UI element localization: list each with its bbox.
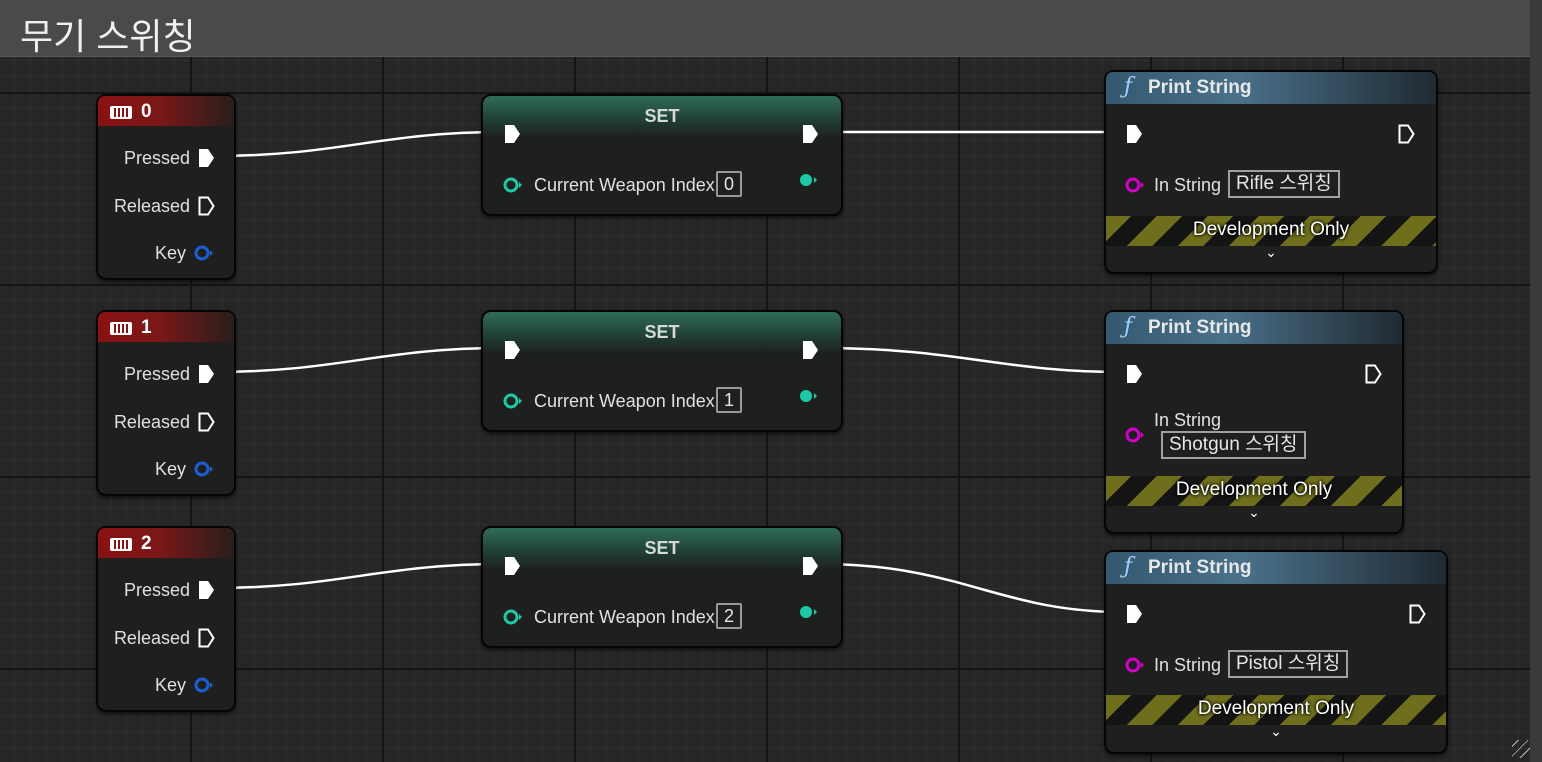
exec-wire [212,130,503,158]
released-label: Released [113,196,190,216]
set-title: SET [644,106,680,126]
exec-wire [212,346,503,374]
key-event-node-1[interactable]: 1 Pressed Released Key [96,310,236,496]
key-label: 2 [141,533,152,554]
key-pin-label: Key [154,459,186,479]
variable-label: Current Weapon Index [534,391,715,411]
key-pin-icon[interactable] [194,677,214,693]
key-event-node-0[interactable]: 0 Pressed Released Key [96,94,236,280]
set-title: SET [644,322,680,342]
key-pin-label: Key [154,675,186,695]
function-icon: ƒ [1124,314,1133,339]
string-pin-icon[interactable] [1125,657,1145,673]
exec-pin-icon[interactable] [1398,124,1415,144]
int-pin-icon[interactable] [798,604,818,620]
function-icon: ƒ [1124,554,1133,579]
node-header[interactable]: 2 [98,528,234,558]
set-title: SET [644,538,680,558]
key-label: 1 [141,317,152,338]
development-only-label: Development Only [1197,698,1355,719]
print-string-node-2[interactable]: ƒ Print String In String Pistol 스위칭 Deve… [1104,550,1448,754]
exec-pin-icon[interactable] [198,628,215,648]
key-pin-label: Key [154,243,186,263]
exec-pin-icon[interactable] [198,196,215,216]
expand-chevron-icon[interactable]: ⌄ [1106,504,1402,521]
exec-pin-icon[interactable] [1365,364,1382,384]
development-only-label: Development Only [1175,479,1333,500]
int-pin-icon[interactable] [503,177,523,193]
exec-pin-icon[interactable] [198,364,215,384]
function-icon: ƒ [1124,74,1133,99]
exec-wire [819,346,1123,374]
set-node-1[interactable]: SET Current Weapon Index 1 [481,310,843,432]
exec-pin-icon[interactable] [1126,124,1143,144]
in-string-input[interactable]: Rifle 스위칭 [1228,170,1340,198]
exec-pin-icon[interactable] [504,124,521,144]
exec-pin-icon[interactable] [802,340,819,360]
node-title: Print String [1148,77,1252,98]
exec-pin-icon[interactable] [802,556,819,576]
development-only-banner: Development Only [1106,216,1436,246]
comment-title[interactable]: 무기 스위칭 [20,8,196,60]
node-header[interactable]: 1 [98,312,234,342]
in-string-label: In String [1154,655,1222,675]
int-pin-icon[interactable] [503,393,523,409]
exec-pin-icon[interactable] [198,148,215,168]
string-pin-icon[interactable] [1125,427,1145,443]
exec-pin-icon[interactable] [1126,604,1143,624]
development-only-label: Development Only [1192,219,1350,240]
value-input[interactable]: 1 [716,387,742,413]
value-input[interactable]: 0 [716,171,742,197]
development-only-banner: Development Only [1106,476,1402,506]
in-string-input[interactable]: Shotgun 스위칭 [1161,431,1306,459]
node-header[interactable]: ƒ Print String [1106,312,1402,344]
released-label: Released [113,412,190,432]
development-only-banner: Development Only [1106,695,1446,725]
int-pin-icon[interactable] [503,609,523,625]
exec-wire [819,562,1123,614]
set-node-0[interactable]: SET Current Weapon Index 0 [481,94,843,216]
key-pin-icon[interactable] [194,461,214,477]
in-string-label: In String [1154,175,1222,195]
pressed-label: Pressed [123,148,190,168]
expand-chevron-icon[interactable]: ⌄ [1106,723,1446,740]
print-string-node-1[interactable]: ƒ Print String In String Shotgun 스위칭 Dev… [1104,310,1404,534]
keyboard-icon [110,538,132,551]
in-string-input[interactable]: Pistol 스위칭 [1228,650,1349,678]
pressed-label: Pressed [123,580,190,600]
set-node-2[interactable]: SET Current Weapon Index 2 [481,526,843,648]
released-label: Released [113,628,190,648]
value-input[interactable]: 2 [716,603,742,629]
string-pin-icon[interactable] [1125,177,1145,193]
exec-pin-icon[interactable] [1126,364,1143,384]
exec-pin-icon[interactable] [802,124,819,144]
exec-wire [212,562,503,590]
resize-grip-icon[interactable] [1512,740,1530,758]
exec-pin-icon[interactable] [504,556,521,576]
keyboard-icon [110,322,132,335]
pressed-label: Pressed [123,364,190,384]
variable-label: Current Weapon Index [534,607,715,627]
int-pin-icon[interactable] [798,172,818,188]
variable-label: Current Weapon Index [534,175,715,195]
key-event-node-2[interactable]: 2 Pressed Released Key [96,526,236,712]
node-header[interactable]: ƒ Print String [1106,552,1446,584]
key-pin-icon[interactable] [194,245,214,261]
int-pin-icon[interactable] [798,388,818,404]
print-string-node-0[interactable]: ƒ Print String In String Rifle 스위칭 Devel… [1104,70,1438,274]
comment-box[interactable]: 무기 스위칭 [0,0,1530,57]
node-header[interactable]: 0 [98,96,234,126]
node-title: Print String [1148,557,1252,578]
exec-pin-icon[interactable] [198,412,215,432]
exec-pin-icon[interactable] [198,580,215,600]
key-label: 0 [141,101,152,122]
in-string-label: In String [1154,410,1222,430]
expand-chevron-icon[interactable]: ⌄ [1106,244,1436,261]
exec-pin-icon[interactable] [504,340,521,360]
node-title: Print String [1148,317,1252,338]
exec-pin-icon[interactable] [1409,604,1426,624]
node-header[interactable]: ƒ Print String [1106,72,1436,104]
keyboard-icon [110,106,132,119]
panel-scroll-edge [1530,0,1542,762]
